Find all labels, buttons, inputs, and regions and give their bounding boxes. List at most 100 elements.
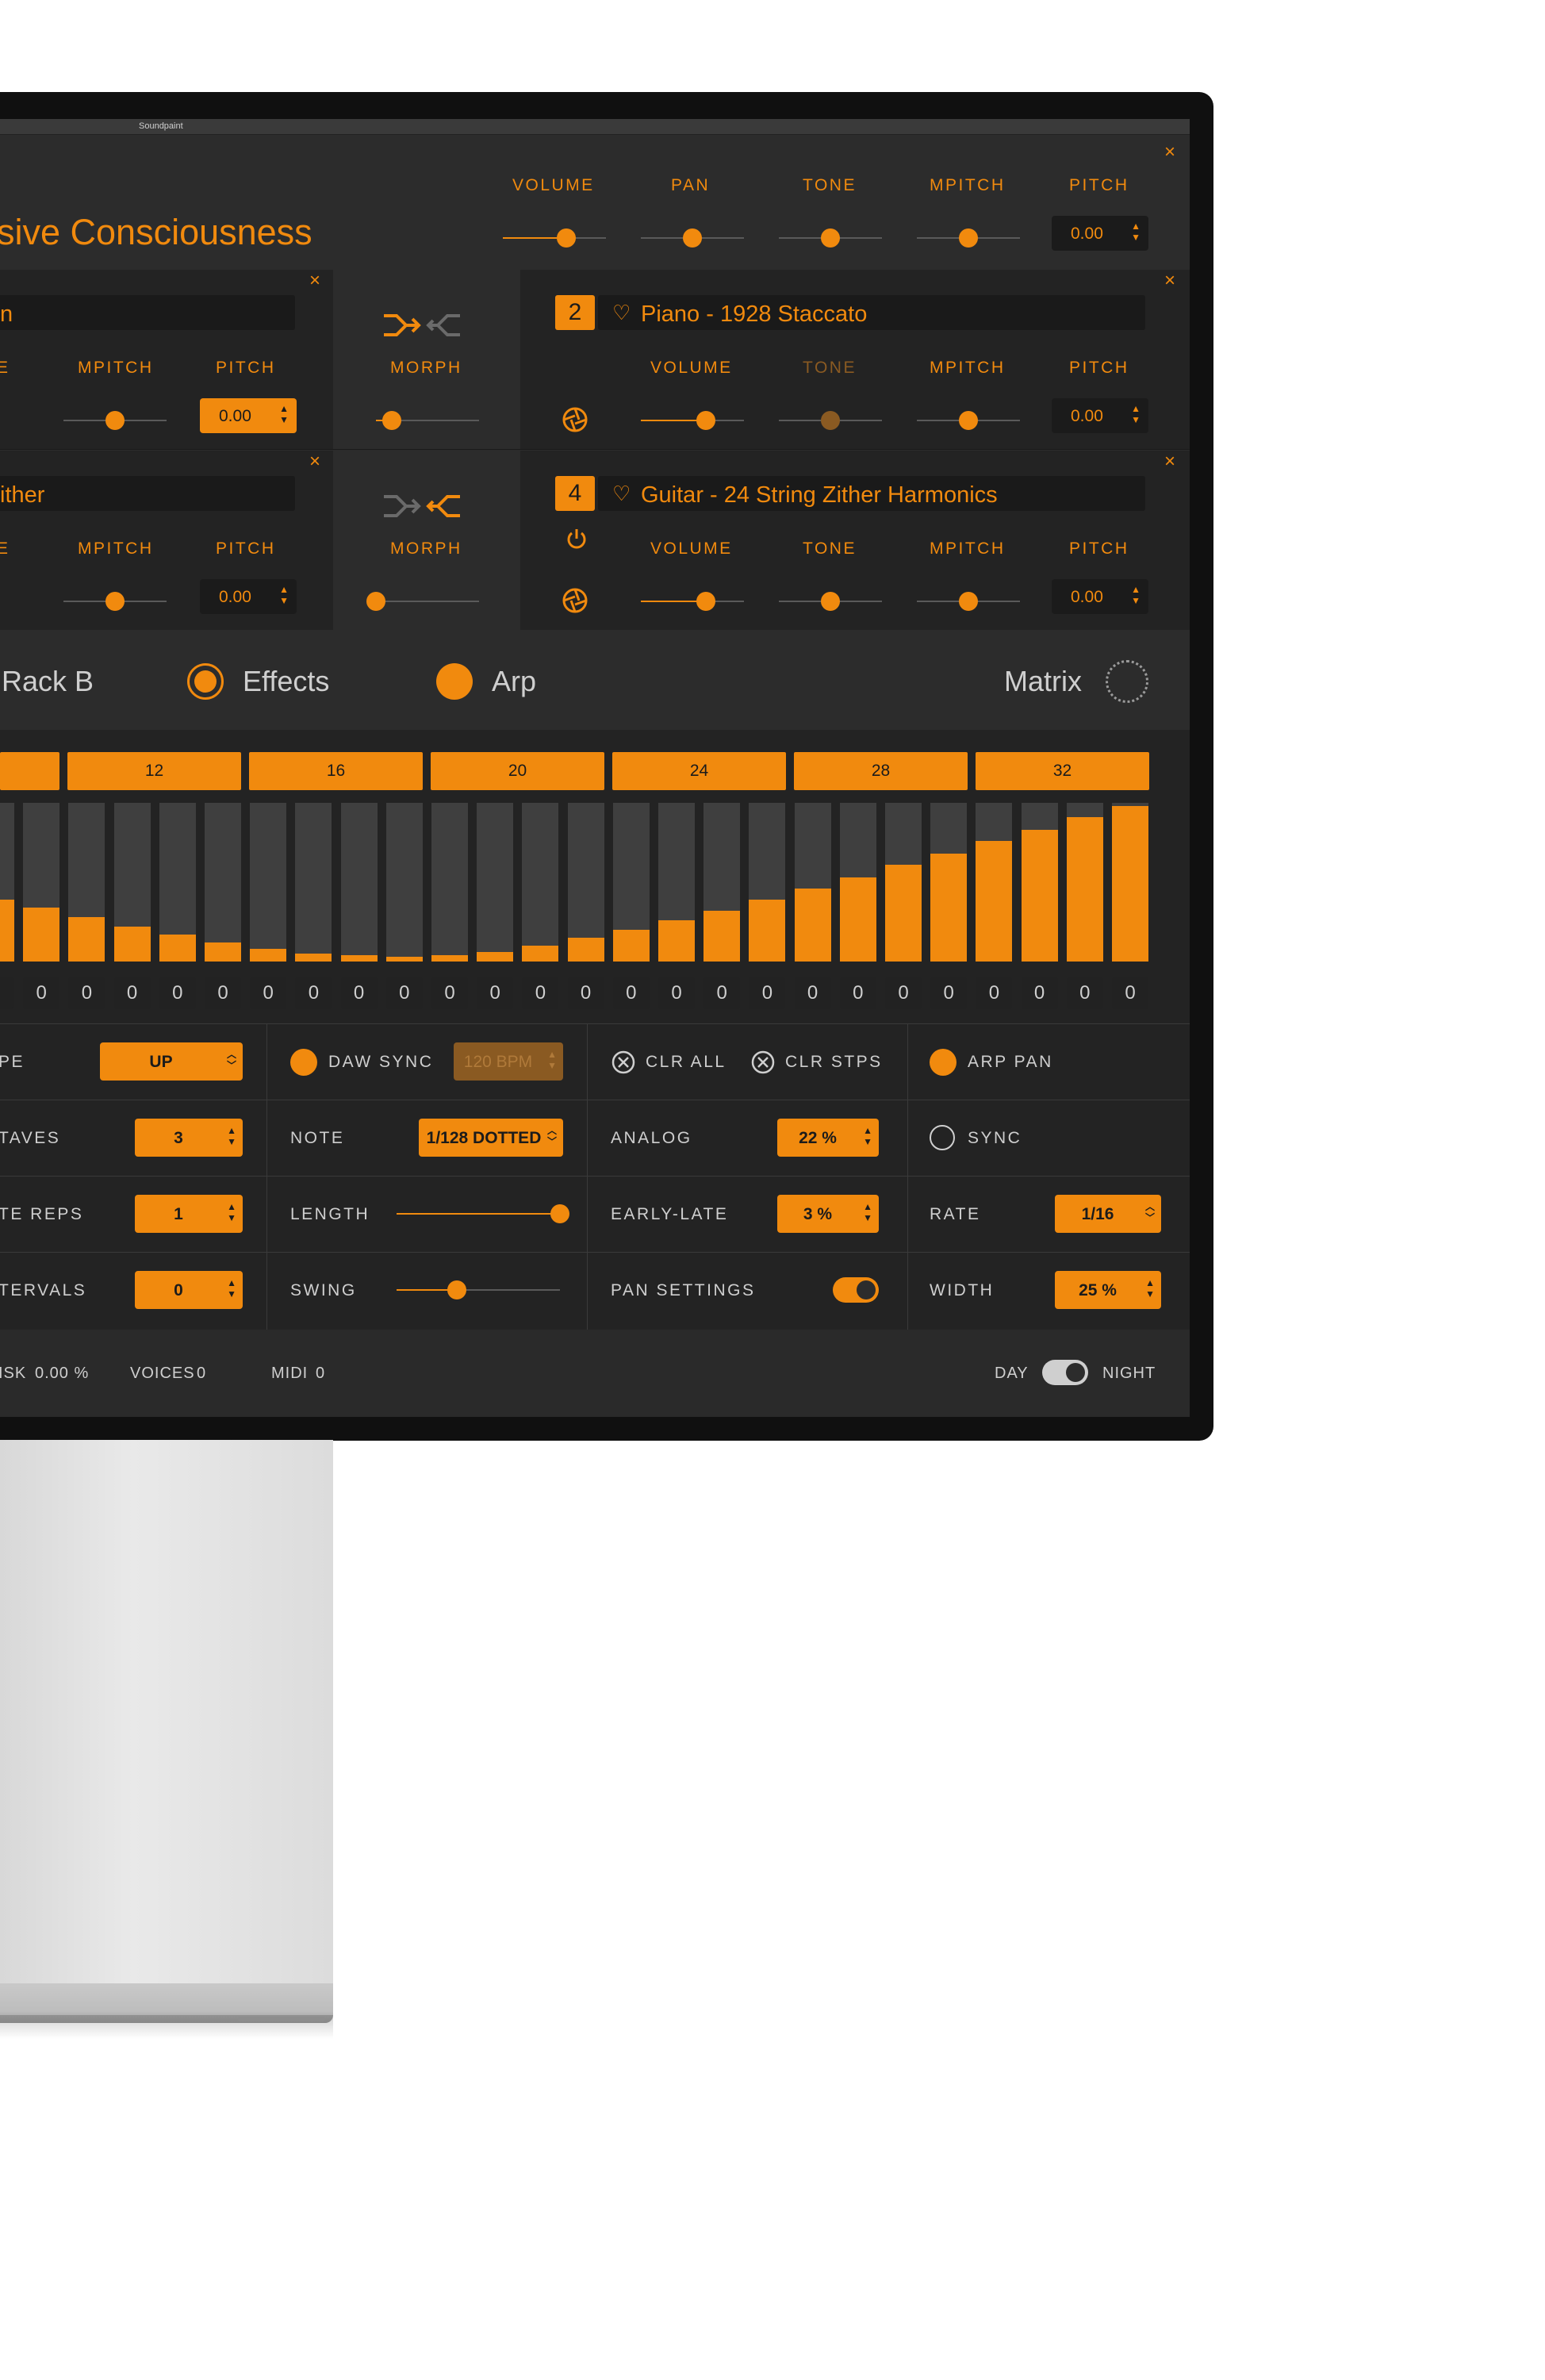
stepper-arrows-icon[interactable]: ▲ ▼: [863, 1201, 872, 1223]
stepper-arrows-icon[interactable]: ▲ ▼: [1145, 1277, 1155, 1299]
sync-radio[interactable]: [930, 1125, 955, 1150]
step-bar[interactable]: [976, 803, 1013, 962]
octaves-stepper[interactable]: 3 ▲ ▼: [135, 1119, 243, 1157]
morph-1-slider[interactable]: [376, 411, 479, 430]
mpitch-slider[interactable]: [917, 228, 1020, 248]
step-value[interactable]: 0: [567, 977, 604, 1009]
note-reps-stepper[interactable]: 1 ▲ ▼: [135, 1195, 243, 1233]
step-value[interactable]: 0: [703, 977, 741, 1009]
step-bar[interactable]: [159, 803, 196, 962]
clear-steps-label[interactable]: CLR STPS: [785, 1053, 883, 1072]
layer-2-volume-slider[interactable]: [641, 411, 744, 430]
step-bar[interactable]: [113, 803, 151, 962]
close-icon[interactable]: ×: [1164, 141, 1175, 163]
step-bar[interactable]: [658, 803, 695, 962]
step-bar[interactable]: [839, 803, 876, 962]
step-bar[interactable]: [0, 803, 14, 962]
step-value[interactable]: 0: [159, 977, 196, 1009]
layer-2-close-icon[interactable]: ×: [1164, 270, 1175, 292]
stepper-arrows-icon[interactable]: ▲ ▼: [547, 1049, 557, 1071]
intervals-stepper[interactable]: 0 ▲ ▼: [135, 1271, 243, 1309]
step-marker[interactable]: 28: [794, 752, 968, 790]
length-slider[interactable]: [397, 1204, 569, 1223]
daw-sync-radio[interactable]: [290, 1049, 317, 1076]
step-bar[interactable]: [1021, 803, 1058, 962]
step-value[interactable]: 0: [295, 977, 332, 1009]
tab-effects[interactable]: Effects: [243, 665, 329, 698]
stepper-arrows-icon[interactable]: ▲ ▼: [863, 1125, 872, 1147]
step-bar[interactable]: [885, 803, 922, 962]
pitch-field[interactable]: 0.00 ▲ ▼: [1052, 216, 1148, 251]
note-select[interactable]: 1/128 DOTTED ︿ ﹀: [419, 1119, 563, 1157]
step-bar[interactable]: [385, 803, 423, 962]
stepper-arrows-icon[interactable]: ▲ ▼: [227, 1277, 236, 1299]
step-bar[interactable]: [522, 803, 559, 962]
step-marker[interactable]: 12: [67, 752, 241, 790]
bpm-field[interactable]: 120 BPM ▲ ▼: [454, 1042, 563, 1081]
stepper-arrows-icon[interactable]: ▲ ▼: [1131, 584, 1141, 606]
step-value[interactable]: 0: [385, 977, 423, 1009]
preset-name[interactable]: sive Consciousness: [0, 212, 312, 253]
step-value[interactable]: 0: [68, 977, 105, 1009]
layer-2-tone-slider[interactable]: [779, 411, 882, 430]
stepper-arrows-icon[interactable]: ▲ ▼: [1131, 403, 1141, 425]
step-value[interactable]: 0: [522, 977, 559, 1009]
stepper-arrows-icon[interactable]: ▲ ▼: [279, 584, 289, 606]
pan-settings-toggle[interactable]: [833, 1277, 879, 1303]
early-late-stepper[interactable]: 3 % ▲ ▼: [777, 1195, 879, 1233]
step-bar[interactable]: [340, 803, 378, 962]
clear-all-icon[interactable]: [611, 1050, 636, 1075]
step-bar[interactable]: [749, 803, 786, 962]
step-value[interactable]: 0: [205, 977, 241, 1009]
step-bar[interactable]: [703, 803, 741, 962]
step-bar[interactable]: [567, 803, 604, 962]
step-bar[interactable]: [1112, 803, 1148, 962]
tab-rack-b[interactable]: Rack B: [2, 665, 94, 698]
step-value[interactable]: 0: [1021, 977, 1058, 1009]
stepper-arrows-icon[interactable]: ▲ ▼: [227, 1201, 236, 1223]
step-value[interactable]: 0: [1066, 977, 1103, 1009]
power-icon[interactable]: [565, 527, 588, 551]
heart-icon[interactable]: ♡: [612, 482, 631, 506]
clear-steps-icon[interactable]: [750, 1050, 776, 1075]
tone-slider[interactable]: [779, 228, 882, 248]
morph-merge-icon[interactable]: [382, 309, 462, 341]
step-value[interactable]: 0: [794, 977, 831, 1009]
layer-1-close-icon[interactable]: ×: [309, 270, 320, 292]
step-value[interactable]: [0, 977, 13, 1009]
morph-split-icon[interactable]: [382, 490, 462, 522]
step-bar[interactable]: [205, 803, 241, 962]
step-value[interactable]: 0: [340, 977, 378, 1009]
step-value[interactable]: 0: [1112, 977, 1148, 1009]
aperture-icon[interactable]: [562, 587, 588, 614]
volume-slider[interactable]: [503, 228, 606, 248]
layer-4-name-bar[interactable]: ♡ Guitar - 24 String Zither Harmonics: [598, 476, 1145, 511]
step-bar[interactable]: [23, 803, 60, 962]
layer-1-mpitch-slider[interactable]: [63, 411, 167, 430]
step-value[interactable]: 0: [612, 977, 650, 1009]
step-bar[interactable]: [1066, 803, 1103, 962]
heart-icon[interactable]: ♡: [612, 301, 631, 325]
step-value[interactable]: 0: [749, 977, 786, 1009]
step-bar[interactable]: [930, 803, 968, 962]
analog-stepper[interactable]: 22 % ▲ ▼: [777, 1119, 879, 1157]
step-marker[interactable]: [0, 752, 59, 790]
matrix-radio[interactable]: [1106, 660, 1148, 703]
step-value[interactable]: 0: [431, 977, 468, 1009]
rate-select[interactable]: 1/16 ︿ ﹀: [1055, 1195, 1161, 1233]
clear-all-label[interactable]: CLR ALL: [646, 1053, 726, 1072]
step-marker[interactable]: 20: [431, 752, 604, 790]
step-bar[interactable]: [794, 803, 831, 962]
tab-arp[interactable]: Arp: [492, 665, 536, 698]
step-value[interactable]: 0: [23, 977, 60, 1009]
layer-3-name-bar[interactable]: ither: [0, 476, 295, 511]
layer-1-name-bar[interactable]: n: [0, 295, 295, 330]
step-value[interactable]: 0: [839, 977, 876, 1009]
tab-matrix[interactable]: Matrix: [1004, 665, 1082, 698]
layer-2-pitch-field[interactable]: 0.00 ▲ ▼: [1052, 398, 1148, 433]
step-bar[interactable]: [477, 803, 514, 962]
step-value[interactable]: 0: [976, 977, 1013, 1009]
step-bar[interactable]: [295, 803, 332, 962]
swing-slider[interactable]: [397, 1280, 560, 1299]
step-value[interactable]: 0: [250, 977, 287, 1009]
